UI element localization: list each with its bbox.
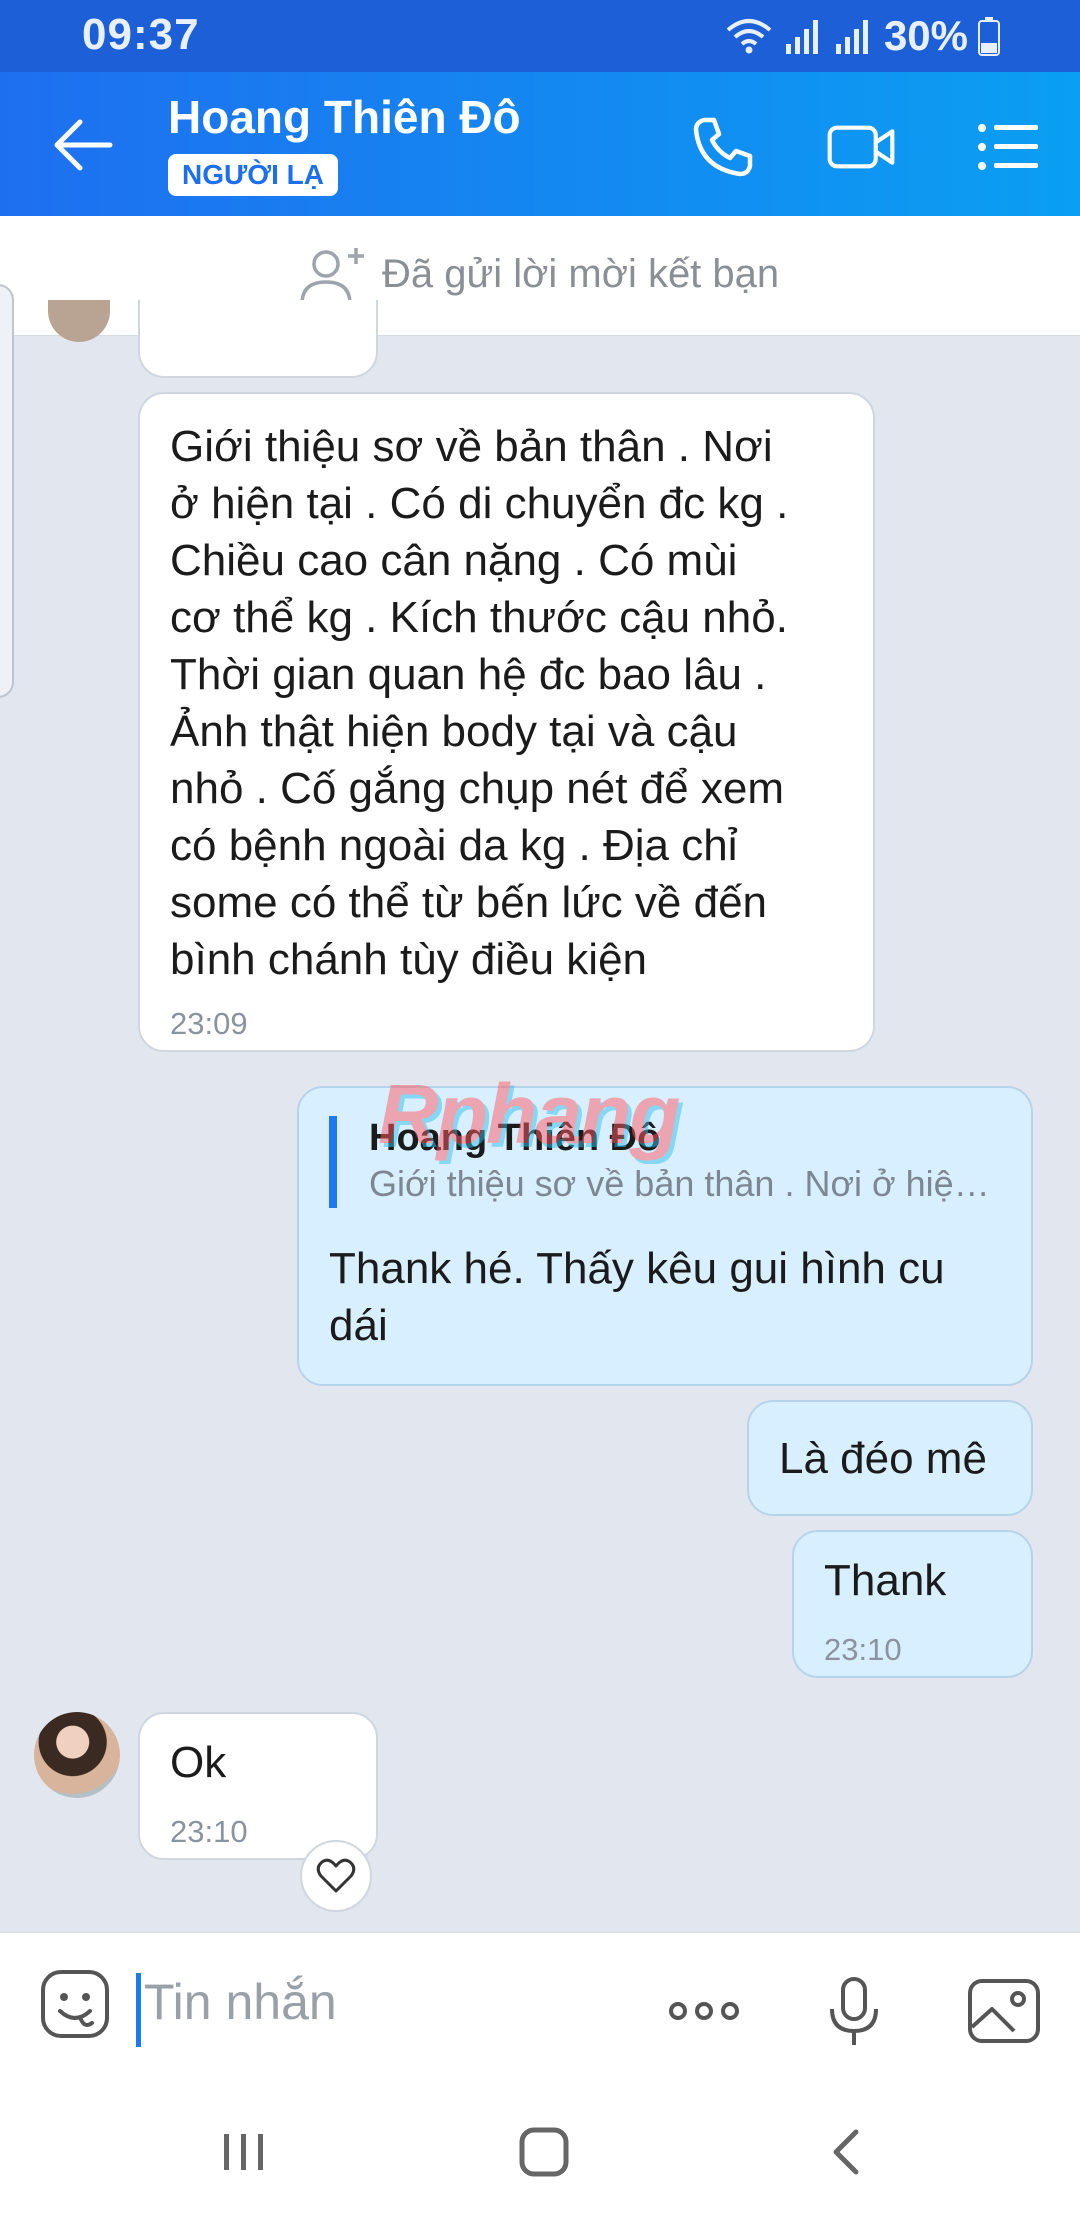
video-camera-icon[interactable] [826, 112, 896, 182]
sticker-face-icon[interactable] [40, 1969, 110, 2039]
home-icon[interactable] [514, 2122, 574, 2182]
message-input[interactable]: Tin nhắn [144, 1973, 337, 2031]
message-line: cơ thể kg . Kích thước cậu nhỏ. [170, 593, 788, 642]
stranger-badge: NGƯỜI LẠ [168, 154, 338, 196]
message-text: Thank [824, 1556, 947, 1605]
status-icons: 30% [724, 12, 1000, 60]
message-line: Chiều cao cân nặng . Có mùi [170, 536, 738, 585]
side-panel-edge[interactable] [0, 284, 14, 698]
image-icon[interactable] [966, 1973, 1042, 2049]
message-line: bình chánh tùy điều kiện [170, 935, 648, 984]
contact-name[interactable]: Hoang Thiên Đô [168, 90, 521, 144]
battery-percent: 30% [883, 12, 968, 59]
message-line: ở hiện tại . Có di chuyển đc kg . [170, 479, 789, 528]
message-line: có bệnh ngoài da kg . Địa chỉ [170, 821, 738, 870]
chat-header: Hoang Thiên Đô NGƯỜI LẠ [0, 72, 1080, 216]
message-line: Thời gian quan hệ đc bao lâu . [170, 650, 767, 699]
heart-icon [316, 1858, 356, 1893]
status-time: 09:37 [82, 10, 200, 59]
recent-apps-icon[interactable] [214, 2122, 274, 2182]
signal-icon [785, 20, 818, 54]
message-bubble-incoming[interactable]: Ok 23:10 [138, 1712, 378, 1860]
message-line: dái [329, 1301, 388, 1350]
message-time: 23:10 [170, 1814, 248, 1849]
wifi-icon [726, 19, 772, 54]
message-time: 23:09 [170, 1006, 248, 1041]
signal-icon-2 [835, 20, 868, 54]
message-bubble-outgoing[interactable]: Thank 23:10 [792, 1530, 1033, 1678]
message-text: Là đéo mê [779, 1434, 987, 1483]
add-person-icon [300, 248, 364, 306]
message-line: some có thể từ bến lức về đến [170, 878, 768, 927]
message-composer: Tin nhắn [0, 1932, 1080, 2082]
battery-icon [978, 17, 1000, 56]
friend-request-text: Đã gửi lời mời kết bạn [382, 252, 780, 296]
message-line: Giới thiệu sơ về bản thân . Nơi [170, 422, 773, 471]
text-cursor [136, 1973, 141, 2047]
message-line: Ảnh thật hiện body tại và cậu [170, 707, 738, 756]
status-bar: 09:37 30% [0, 0, 1080, 72]
message-line: nhỏ . Cố gắng chụp nét để xem [170, 764, 784, 813]
message-bubble-incoming[interactable]: Giới thiệu sơ về bản thân . Nơi ở hiện t… [138, 392, 875, 1052]
microphone-icon[interactable] [816, 1973, 892, 2049]
message-bubble-outgoing[interactable]: Là đéo mê [747, 1400, 1033, 1516]
contact-avatar[interactable] [34, 1712, 120, 1798]
quote-text: Giới thiệu sơ về bản thân . Nơi ở hiệ… [369, 1163, 990, 1204]
message-line: Thank hé. Thấy kêu gui hình cu [329, 1244, 945, 1293]
message-text: Ok [170, 1738, 227, 1787]
message-time: 23:10 [824, 1632, 902, 1667]
phone-icon[interactable] [688, 112, 758, 182]
list-menu-icon[interactable] [974, 112, 1044, 182]
more-dots-icon[interactable] [666, 1973, 742, 2049]
message-bubble-partial[interactable] [138, 300, 378, 378]
reaction-button[interactable] [300, 1840, 372, 1912]
arrow-left-icon[interactable] [50, 112, 116, 178]
system-nav-bar [0, 2082, 1080, 2220]
back-icon[interactable] [818, 2122, 878, 2182]
watermark-logo: Rphang [378, 1067, 681, 1161]
